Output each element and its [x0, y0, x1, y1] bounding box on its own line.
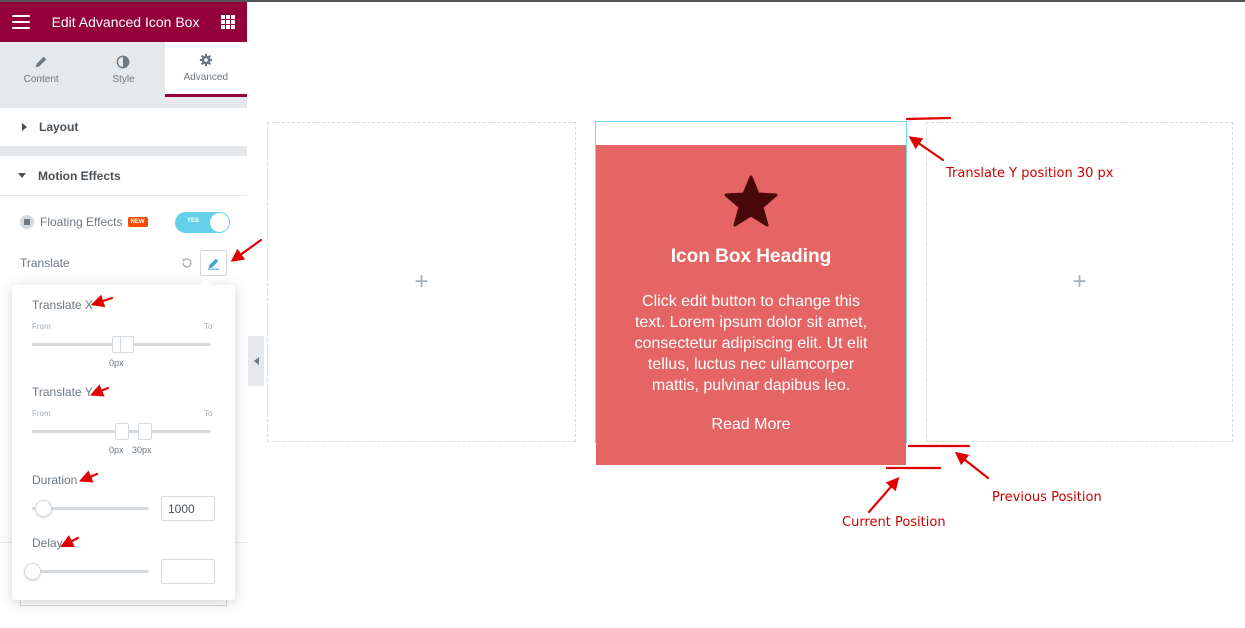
translate-y-to-handle[interactable]	[138, 423, 152, 440]
tab-style[interactable]: Style	[82, 42, 164, 97]
delay-slider[interactable]	[32, 570, 149, 573]
translate-edit-button[interactable]	[200, 250, 227, 276]
previous-position-annotation: Previous Position	[992, 490, 1102, 505]
advanced-icon-box[interactable]: Icon Box Heading Click edit button to ch…	[596, 145, 906, 465]
pencil-icon	[35, 56, 47, 67]
empty-column-left[interactable]: +	[267, 122, 576, 442]
read-more-link[interactable]: Read More	[596, 416, 906, 434]
floating-effects-label: Floating Effects	[40, 215, 123, 229]
floating-effects-toggle[interactable]: YES	[175, 212, 230, 233]
translate-y-to: To	[204, 409, 213, 418]
tab-advanced-label: Advanced	[183, 72, 229, 83]
sidebar-header: Edit Advanced Icon Box	[0, 2, 247, 42]
delay-label: Delay	[32, 536, 63, 550]
add-element-icon[interactable]: +	[414, 268, 428, 296]
annotation-arrow	[867, 477, 900, 514]
panel-title: Edit Advanced Icon Box	[51, 14, 200, 30]
motion-effects-header[interactable]: Motion Effects	[0, 156, 247, 196]
duration-label: Duration	[32, 473, 78, 487]
caret-down-icon	[18, 173, 26, 178]
toggle-knob	[210, 213, 229, 232]
translate-x-to: To	[204, 322, 213, 331]
translate-x-label: Translate X	[32, 298, 93, 312]
translate-y-from: From	[32, 409, 51, 418]
annotation-arrow	[954, 451, 990, 480]
half-circle-icon	[117, 55, 130, 68]
pro-feature-icon	[20, 215, 34, 229]
icon-box-heading: Icon Box Heading	[670, 246, 832, 267]
pencil-icon	[207, 258, 220, 270]
translate-x-to-handle[interactable]	[120, 336, 134, 353]
tab-style-label: Style	[112, 73, 135, 85]
tab-content[interactable]: Content	[0, 42, 82, 97]
translate-y-annotation: Translate Y position 30 px	[946, 166, 1114, 181]
delay-handle[interactable]	[24, 563, 41, 580]
section-layout-label: Layout	[39, 120, 79, 134]
reset-icon[interactable]	[180, 256, 194, 270]
translate-y-to-value: 30px	[132, 445, 152, 455]
motion-effects-label: Motion Effects	[38, 168, 121, 183]
translate-popover: Translate X From To 0px Translate Y From…	[12, 285, 235, 600]
duration-input[interactable]: 1000	[161, 496, 215, 521]
tab-advanced[interactable]: Advanced	[164, 42, 247, 97]
translate-y-from-handle[interactable]	[115, 423, 129, 440]
popover-arrow	[199, 278, 213, 286]
section-layout[interactable]: Layout	[0, 108, 247, 146]
current-position-annotation: Current Position	[842, 515, 946, 530]
translate-x-from: From	[32, 322, 51, 331]
translate-x-value: 0px	[109, 358, 124, 368]
floating-effects-row: Floating Effects NEW YES	[20, 210, 230, 234]
add-element-icon[interactable]: +	[1072, 268, 1086, 296]
icon-box-description: Click edit button to change this text. L…	[634, 293, 868, 394]
panel-tabs: Content Style Advanced	[0, 42, 247, 97]
widgets-grid-icon[interactable]	[221, 15, 235, 29]
star-icon	[724, 175, 778, 227]
toggle-yes-label: YES	[187, 218, 200, 224]
translate-label: Translate	[20, 256, 70, 270]
new-badge: NEW	[127, 217, 148, 227]
chevron-left-icon	[253, 357, 259, 365]
gear-icon	[199, 53, 212, 67]
duration-handle[interactable]	[35, 500, 52, 517]
delay-input[interactable]	[161, 559, 215, 584]
caret-right-icon	[22, 123, 27, 131]
annotation-line	[905, 116, 952, 121]
tab-content-label: Content	[23, 73, 59, 85]
translate-row: Translate	[20, 250, 230, 276]
translate-y-from-value: 0px	[109, 445, 124, 455]
collapse-panel-button[interactable]	[248, 336, 264, 386]
hamburger-menu-icon[interactable]	[12, 15, 30, 29]
translate-y-label: Translate Y	[32, 385, 93, 399]
